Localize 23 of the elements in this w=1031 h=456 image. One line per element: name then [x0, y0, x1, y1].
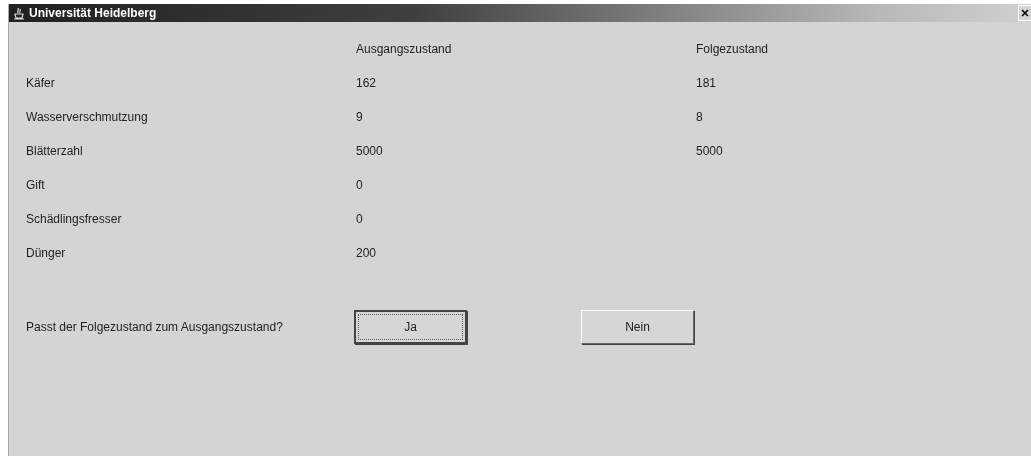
- row-label: Gift: [26, 178, 45, 192]
- value-cell: 162: [356, 76, 377, 90]
- value-cell: 5000: [696, 144, 723, 158]
- row-label: Dünger: [26, 246, 66, 260]
- value-cell: 0: [356, 178, 363, 192]
- window-title: Universität Heidelberg: [29, 6, 157, 20]
- value-cell: 8: [696, 110, 703, 124]
- value-cell: 9: [356, 110, 363, 124]
- close-icon[interactable]: [1018, 5, 1031, 21]
- value-cell: 200: [356, 246, 377, 260]
- value-cell: 0: [356, 212, 363, 226]
- column-header: Folgezustand: [696, 42, 769, 56]
- row-label: Wasserverschmutzung: [26, 110, 148, 124]
- row-label: Schädlingsfresser: [26, 212, 122, 226]
- answer-button[interactable]: Ja: [354, 310, 467, 344]
- question-text: Passt der Folgezustand zum Ausgangszustand?: [26, 320, 283, 334]
- column-header: Ausgangszustand: [356, 42, 452, 56]
- cup-icon: [13, 6, 25, 20]
- value-cell: 5000: [356, 144, 383, 158]
- value-cell: 181: [696, 76, 717, 90]
- row-label: Käfer: [26, 76, 55, 90]
- row-label: Blätterzahl: [26, 144, 83, 158]
- answer-button[interactable]: Nein: [581, 310, 694, 344]
